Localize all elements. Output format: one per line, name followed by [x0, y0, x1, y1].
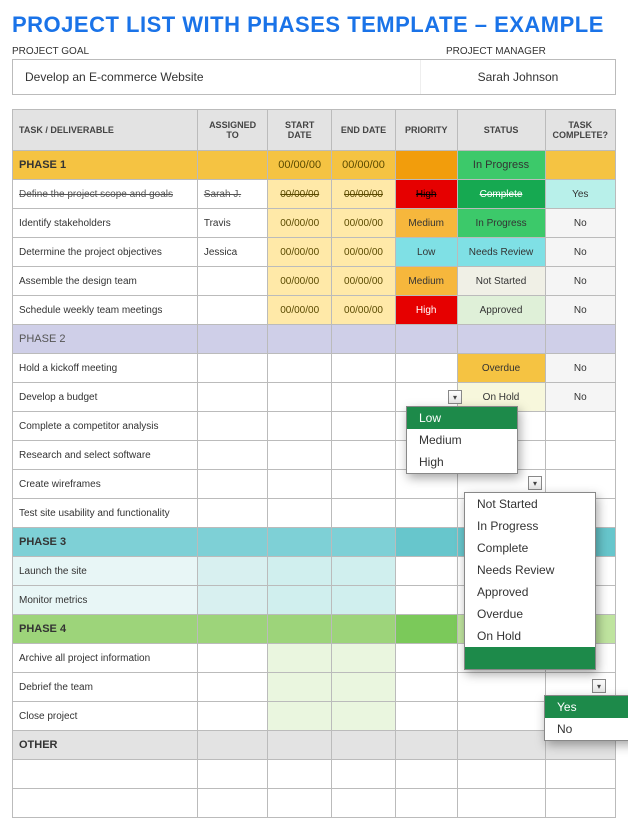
- col-status: STATUS: [457, 110, 545, 151]
- table-row: Assemble the design team 00/00/00 00/00/…: [13, 267, 616, 296]
- menu-item[interactable]: In Progress: [465, 515, 595, 537]
- menu-item[interactable]: Not Started: [465, 493, 595, 515]
- col-start: START DATE: [268, 110, 332, 151]
- table-row: [13, 760, 616, 789]
- table-row: Debrief the team: [13, 673, 616, 702]
- phase-row-2: PHASE 2: [13, 325, 616, 354]
- col-end: END DATE: [332, 110, 396, 151]
- menu-item-blank[interactable]: [465, 647, 595, 669]
- menu-item[interactable]: No: [545, 718, 628, 740]
- table-row: Determine the project objectives Jessica…: [13, 238, 616, 267]
- menu-item[interactable]: Medium: [407, 429, 517, 451]
- project-manager-field[interactable]: Sarah Johnson: [421, 60, 615, 94]
- project-table: TASK / DELIVERABLE ASSIGNED TO START DAT…: [12, 109, 616, 818]
- table-row: Close project: [13, 702, 616, 731]
- menu-item[interactable]: Approved: [465, 581, 595, 603]
- dropdown-arrow-priority[interactable]: ▾: [448, 390, 462, 404]
- status-dropdown-menu[interactable]: Not Started In Progress Complete Needs R…: [464, 492, 596, 670]
- priority-dropdown-menu[interactable]: Low Medium High: [406, 406, 518, 474]
- col-task: TASK / DELIVERABLE: [13, 110, 198, 151]
- table-row: Hold a kickoff meeting Overdue No: [13, 354, 616, 383]
- phase-label: PHASE 1: [13, 151, 198, 180]
- table-row: [13, 789, 616, 818]
- col-priority: PRIORITY: [395, 110, 457, 151]
- menu-item[interactable]: Overdue: [465, 603, 595, 625]
- dropdown-arrow-complete[interactable]: ▾: [592, 679, 606, 693]
- project-goal-field[interactable]: Develop an E-commerce Website: [13, 60, 421, 94]
- phase-row-1: PHASE 1 00/00/00 00/00/00 In Progress: [13, 151, 616, 180]
- menu-item[interactable]: Low: [407, 407, 517, 429]
- menu-item[interactable]: Needs Review: [465, 559, 595, 581]
- col-complete: TASK COMPLETE?: [545, 110, 615, 151]
- complete-dropdown-menu[interactable]: Yes No: [544, 695, 628, 741]
- label-project-goal: PROJECT GOAL: [12, 46, 89, 57]
- table-row: Develop a budget On Hold No: [13, 383, 616, 412]
- table-row: Identify stakeholders Travis 00/00/00 00…: [13, 209, 616, 238]
- phase-row-other: OTHER: [13, 731, 616, 760]
- page-title: PROJECT LIST WITH PHASES TEMPLATE – EXAM…: [12, 12, 616, 38]
- table-row: Define the project scope and goals Sarah…: [13, 180, 616, 209]
- dropdown-arrow-status[interactable]: ▾: [528, 476, 542, 490]
- label-project-manager: PROJECT MANAGER: [446, 46, 616, 57]
- table-row: Schedule weekly team meetings 00/00/00 0…: [13, 296, 616, 325]
- col-assigned: ASSIGNED TO: [197, 110, 267, 151]
- menu-item[interactable]: Complete: [465, 537, 595, 559]
- menu-item[interactable]: High: [407, 451, 517, 473]
- menu-item[interactable]: Yes: [545, 696, 628, 718]
- table-row: Research and select software: [13, 441, 616, 470]
- menu-item[interactable]: On Hold: [465, 625, 595, 647]
- table-row: Complete a competitor analysis: [13, 412, 616, 441]
